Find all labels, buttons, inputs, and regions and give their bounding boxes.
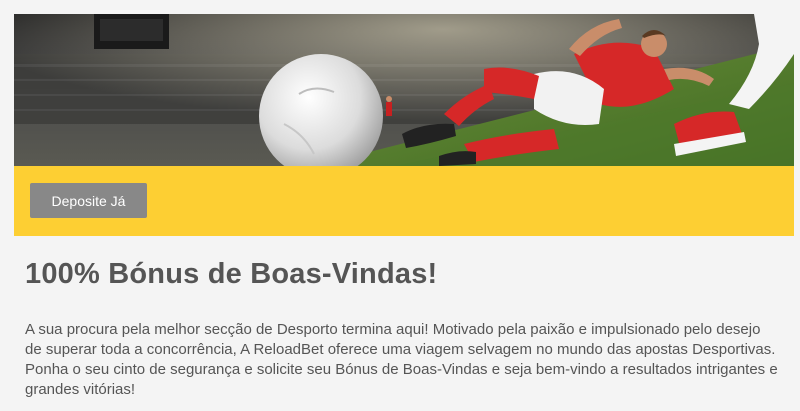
- promo-page: Deposite Já 100% Bónus de Boas-Vindas! A…: [0, 0, 800, 411]
- hero-banner-image: [14, 14, 794, 166]
- page-title: 100% Bónus de Boas-Vindas!: [25, 258, 438, 290]
- promo-description: A sua procura pela melhor secção de Desp…: [25, 321, 778, 398]
- deposit-button[interactable]: Deposite Já: [30, 183, 147, 218]
- cta-band: Deposite Já: [14, 166, 794, 236]
